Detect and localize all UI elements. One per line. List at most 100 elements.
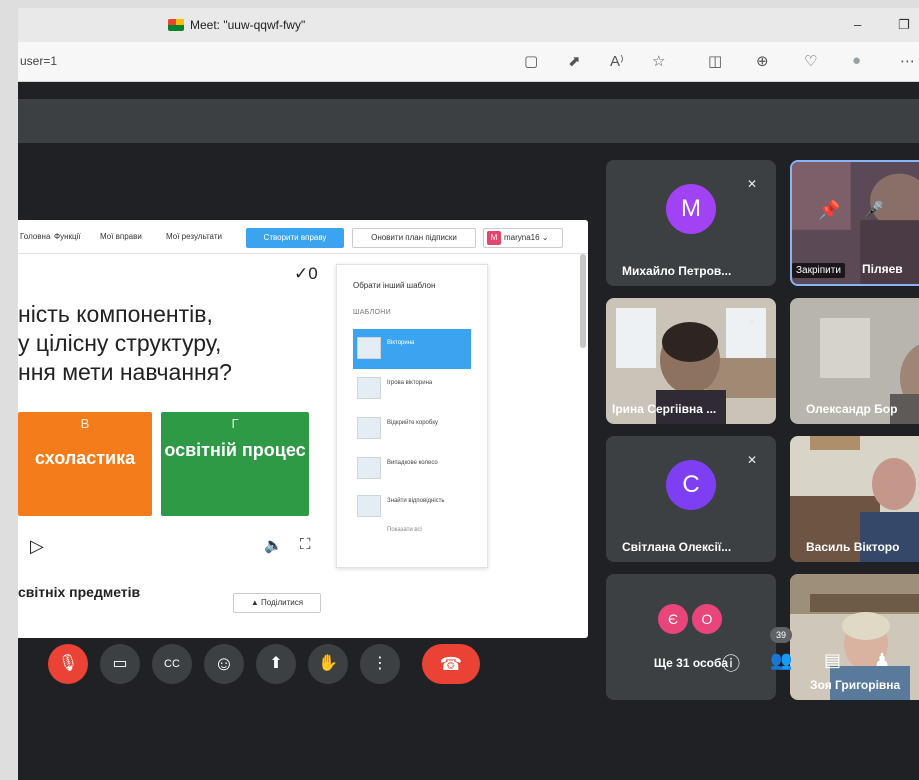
meet-stage: Головна Функції Мої вправи Мої результат… (18, 82, 919, 780)
presented-screen[interactable]: Головна Функції Мої вправи Мої результат… (18, 220, 588, 638)
answer-option-v[interactable]: В схоластика (18, 412, 152, 516)
volume-icon[interactable]: 🔈 (264, 536, 283, 554)
restore-button[interactable]: ❐ (898, 17, 910, 33)
template-thumbnail (357, 417, 381, 439)
participant-name: Світлана Олексії... (622, 540, 732, 554)
template-find-the-match[interactable]: Знайти відповідність (353, 487, 471, 527)
participant-tile[interactable]: Олександр Бор (790, 298, 919, 424)
end-call-button[interactable]: ☎ (422, 644, 480, 684)
favorite-icon[interactable]: ☆ (652, 52, 665, 70)
url-field[interactable]: user=1 (20, 54, 57, 68)
user-menu[interactable]: M maryna16 ⌄ (483, 228, 563, 248)
quiz-activity: ✓0 ність компонентів, у цілісну структур… (18, 254, 336, 638)
nav-my-results[interactable]: Мої результати (166, 232, 222, 241)
participant-tile[interactable]: ✕ Ірина Сергіівна ... (606, 298, 776, 424)
template-quiz[interactable]: Вікторина (353, 329, 471, 369)
muted-mic-icon: ✕ (746, 453, 758, 467)
extensions-icon[interactable]: ♡ (804, 52, 817, 70)
tab[interactable]: Meet: "uuw-qqwf-fwy" (168, 18, 305, 32)
browser-titlebar: Meet: "uuw-qqwf-fwy" – ❐ (18, 8, 919, 42)
participant-tile[interactable]: Василь Вікторо (790, 436, 919, 562)
profile-icon[interactable]: ● (852, 52, 861, 69)
template-section-label: ШАБЛОНИ (353, 309, 391, 316)
captions-button[interactable]: CC (152, 644, 192, 684)
share-label: Поділитися (261, 598, 304, 607)
more-participants-label: Ще 31 особа (653, 656, 729, 670)
mic-icon[interactable]: 🎤 (864, 200, 884, 220)
more-options-button[interactable]: ⋮ (360, 644, 400, 684)
activities-icon[interactable]: ♟ (874, 650, 890, 671)
question-line: ння мети навчання? (18, 359, 232, 385)
participant-tile-pinned[interactable]: 📌 🎤 Закріпити Піляев (790, 160, 919, 286)
participant-name: Олександр Бор (806, 402, 898, 416)
show-all-templates-link[interactable]: Показати всі (387, 527, 422, 533)
chat-icon[interactable]: ▤ (824, 650, 841, 671)
answer-option-g[interactable]: Г освітній процес (161, 412, 309, 516)
answer-letter: Г (231, 416, 239, 431)
muted-mic-icon: ✕ (746, 315, 758, 329)
tab-title: Meet: "uuw-qqwf-fwy" (190, 18, 306, 32)
present-screen-button[interactable]: ⬆ (256, 644, 296, 684)
template-panel-heading: Обрати інший шаблон (353, 281, 436, 290)
meet-top-bar (18, 99, 919, 143)
share-button[interactable]: ▲ Поділитися (233, 593, 321, 613)
template-label: Ігрова вікторина (387, 380, 433, 386)
camera-button[interactable]: ▭ (100, 644, 140, 684)
nav-my-activities[interactable]: Мої вправи (100, 232, 142, 241)
pin-tooltip: Закріпити (792, 263, 845, 278)
participant-name: Піляев (862, 262, 903, 276)
pin-icon[interactable]: 📌 (818, 200, 840, 221)
nav-home[interactable]: Головна (20, 232, 50, 241)
template-panel: Обрати інший шаблон ШАБЛОНИ Вікторина Іг… (336, 264, 488, 568)
user-avatar: M (487, 231, 501, 245)
nav-features[interactable]: Функції (54, 232, 81, 241)
wordwall-nav: Головна Функції Мої вправи Мої результат… (18, 220, 588, 254)
meeting-info-icon[interactable]: ⓘ (722, 650, 740, 676)
avatar: О (692, 604, 722, 634)
people-count-badge: 39 (770, 627, 792, 643)
collections-icon[interactable]: ⊕ (756, 52, 769, 70)
camera-icon[interactable]: ▢ (524, 52, 538, 70)
create-activity-button[interactable]: Створити вправу (246, 228, 344, 248)
google-meet-logo-icon (168, 19, 184, 31)
more-participants-tile[interactable]: Є О Ще 31 особа (606, 574, 776, 700)
more-icon[interactable]: ⋯ (900, 52, 915, 70)
template-thumbnail (357, 377, 381, 399)
template-thumbnail (357, 495, 381, 517)
participant-tile[interactable]: ✕ M Михайло Петров... (606, 160, 776, 286)
play-icon[interactable]: ▷ (30, 536, 44, 557)
microphone-off-button[interactable]: 🎙 (48, 644, 88, 684)
avatar: C (666, 460, 716, 510)
external-icon[interactable]: ⬈ (568, 52, 581, 70)
participant-name: Василь Вікторо (806, 540, 900, 554)
template-thumbnail (357, 337, 381, 359)
participant-name: Михайло Петров... (622, 264, 732, 278)
avatar: Є (658, 604, 688, 634)
upgrade-plan-button[interactable]: Оновити план підписки (352, 228, 476, 248)
template-gameshow-quiz[interactable]: Ігрова вікторина (353, 369, 471, 409)
participant-tile[interactable]: Зоя Григорівна (790, 574, 919, 700)
split-screen-icon[interactable]: ◫ (708, 52, 722, 70)
read-aloud-icon[interactable]: A⁾ (610, 52, 624, 70)
template-label: Знайти відповідність (387, 498, 445, 504)
answer-text: схоластика (34, 448, 136, 468)
activity-subject: світніх предметів (18, 584, 141, 600)
activity-controls: ▷ 🔈 ⛶ (18, 536, 336, 562)
muted-mic-icon: ✕ (746, 177, 758, 191)
emoji-button[interactable]: ☺ (204, 644, 244, 684)
user-name: maryna16 (504, 233, 540, 242)
template-thumbnail (357, 457, 381, 479)
template-open-the-box[interactable]: Відкрийте коробку (353, 409, 471, 449)
minimize-button[interactable]: – (854, 17, 861, 32)
template-label: Випадкове колесо (387, 460, 438, 466)
participant-name: Ірина Сергіівна ... (612, 402, 717, 416)
fullscreen-icon[interactable]: ⛶ (300, 536, 311, 553)
template-label: Відкрийте коробку (387, 420, 439, 426)
people-icon[interactable]: 👥 (770, 650, 792, 671)
participant-tile[interactable]: ✕ C Світлана Олексії... (606, 436, 776, 562)
scrollbar[interactable] (580, 254, 586, 348)
avatar: M (666, 184, 716, 234)
address-bar: user=1 ▢ ⬈ A⁾ ☆ ◫ ⊕ ♡ ● ⋯ (18, 42, 919, 82)
template-random-wheel[interactable]: Випадкове колесо (353, 449, 471, 489)
raise-hand-button[interactable]: ✋ (308, 644, 348, 684)
